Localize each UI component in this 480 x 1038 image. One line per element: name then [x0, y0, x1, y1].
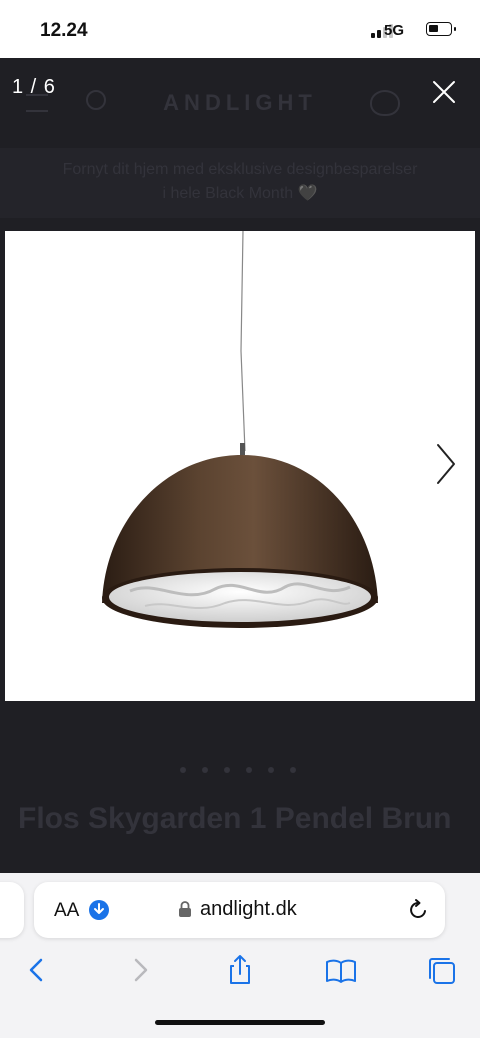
- lock-icon: [178, 900, 192, 918]
- back-icon: [29, 958, 43, 982]
- share-icon: [230, 955, 250, 984]
- chevron-left-icon: [18, 417, 38, 459]
- status-bar: 12.24 5G: [0, 0, 480, 58]
- product-image: [5, 231, 475, 701]
- browser-toolbar: [0, 951, 480, 991]
- home-indicator: [155, 1020, 325, 1025]
- browser-chrome: AA andlight.dk: [0, 873, 480, 1038]
- download-icon: [94, 903, 104, 914]
- bookmarks-icon: [326, 959, 356, 983]
- wishlist-icon: [370, 90, 400, 116]
- back-button[interactable]: [18, 951, 58, 991]
- product-title: Flos Skygarden 1 Pendel Brun: [18, 802, 452, 835]
- image-counter: 1 / 6: [12, 76, 56, 98]
- battery-icon: [426, 22, 456, 36]
- chevron-right-icon: [437, 444, 455, 484]
- previous-tab-peek[interactable]: [0, 882, 24, 938]
- forward-icon: [134, 958, 148, 982]
- promo-line-2: i hele Black Month 🖤: [162, 185, 318, 202]
- promo-text: Fornyt dit hjem med eksklusive designbes…: [0, 158, 480, 206]
- previous-image-button[interactable]: [14, 415, 44, 461]
- bookmarks-button[interactable]: [321, 951, 361, 991]
- network-type: 5G: [383, 22, 404, 39]
- site-logo: ANDLIGHT: [163, 90, 317, 115]
- address-bar[interactable]: AA andlight.dk: [34, 882, 445, 938]
- text-size-button[interactable]: AA: [54, 900, 79, 922]
- tabs-button[interactable]: [422, 951, 462, 991]
- download-button[interactable]: [89, 900, 109, 920]
- pendant-lamp-image: [102, 231, 378, 628]
- status-time: 12.24: [40, 20, 88, 41]
- reload-button[interactable]: [405, 897, 431, 923]
- forward-button[interactable]: [120, 951, 160, 991]
- url-text: andlight.dk: [200, 898, 297, 920]
- share-button[interactable]: [220, 951, 260, 991]
- tabs-icon: [429, 958, 455, 984]
- reload-icon: [410, 899, 426, 918]
- carousel-dots: [180, 760, 312, 778]
- promo-line-1: Fornyt dit hjem med eksklusive designbes…: [62, 161, 418, 178]
- close-icon: [433, 81, 455, 103]
- close-button[interactable]: [418, 66, 470, 118]
- image-viewer: ANDLIGHT Fornyt dit hjem med eksklusive …: [0, 58, 480, 873]
- text-size-label: AA: [54, 900, 80, 921]
- next-image-button[interactable]: [430, 441, 460, 487]
